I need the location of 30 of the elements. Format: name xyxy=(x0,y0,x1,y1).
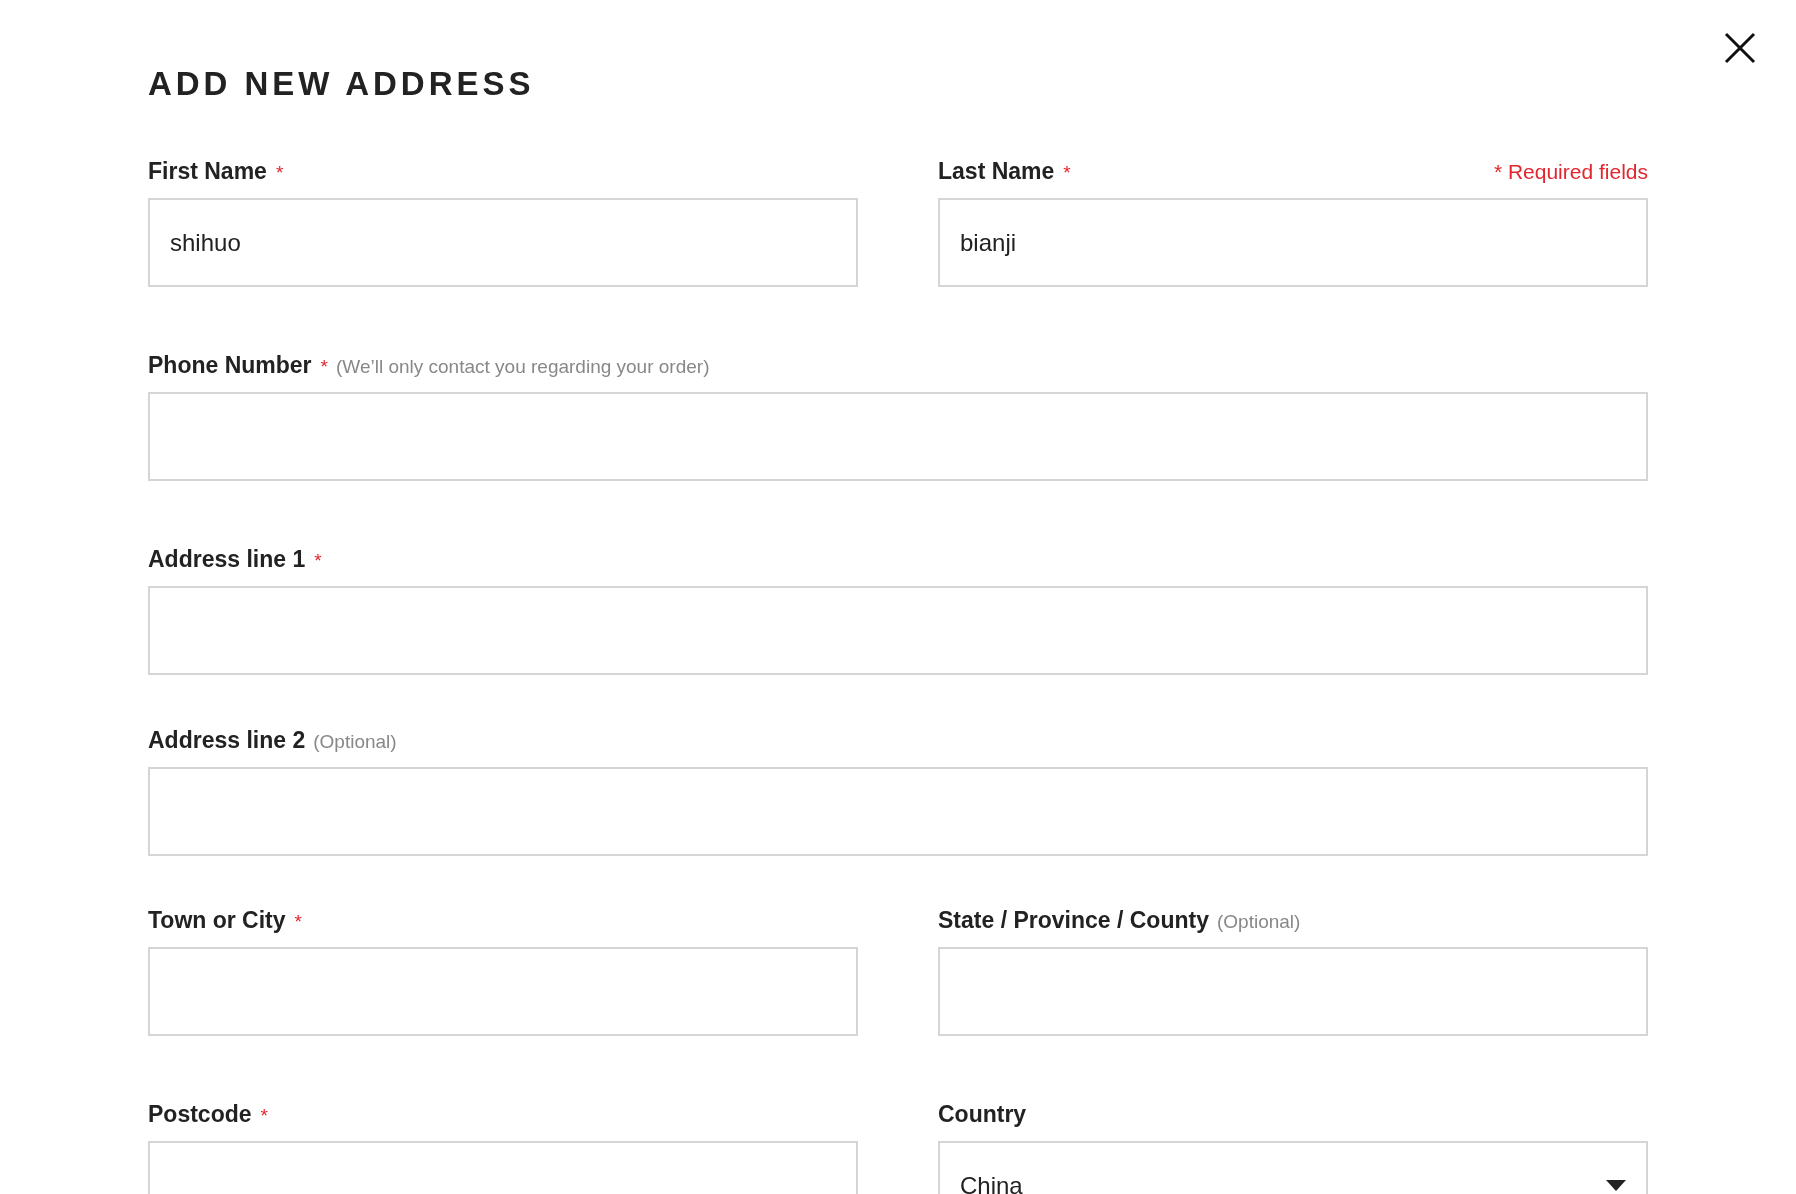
field-label: Phone Number xyxy=(148,351,312,380)
field-label: Address line 2 xyxy=(148,726,306,755)
input-field[interactable]: bianji xyxy=(938,198,1648,287)
field-label: Country xyxy=(938,1100,1027,1129)
input-field[interactable] xyxy=(148,767,1648,856)
field-label: First Name xyxy=(148,157,267,186)
required-mark: * xyxy=(294,910,302,934)
required-mark: * xyxy=(320,355,328,379)
field-label: Address line 1 xyxy=(148,545,306,574)
dialog-title: ADD NEW ADDRESS xyxy=(148,64,536,104)
caret-icon xyxy=(1606,1180,1626,1191)
field-label: Town or City xyxy=(148,906,286,935)
field-note: (Optional) xyxy=(1216,910,1301,934)
input-field[interactable] xyxy=(148,392,1648,481)
required-fields-note: * Required fields xyxy=(1493,159,1648,185)
required-mark: * xyxy=(1063,161,1071,185)
field-label: Last Name xyxy=(938,157,1055,186)
input-field[interactable] xyxy=(148,947,858,1036)
country-select[interactable]: China xyxy=(938,1141,1648,1194)
required-mark: * xyxy=(314,549,322,573)
input-field[interactable] xyxy=(148,586,1648,675)
input-field[interactable] xyxy=(938,947,1648,1036)
field-label: State / Province / County xyxy=(938,906,1209,935)
input-field[interactable]: shihuo xyxy=(148,198,858,287)
required-mark: * xyxy=(275,161,284,185)
field-note: (Optional) xyxy=(313,730,397,754)
close-icon xyxy=(1724,32,1756,64)
field-note: (We’ll only contact you regarding your order) xyxy=(336,355,710,379)
required-mark: * xyxy=(260,1104,268,1128)
field-label: Postcode xyxy=(148,1100,252,1129)
